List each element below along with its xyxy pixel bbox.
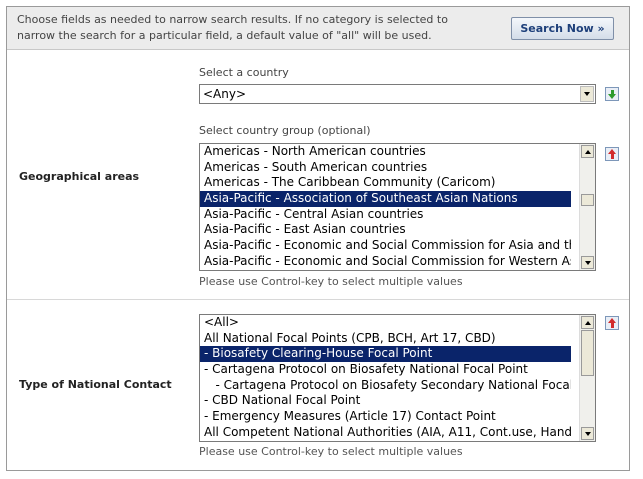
scroll-up-button[interactable] [581, 145, 594, 158]
list-option[interactable]: - Emergency Measures (Article 17) Contac… [200, 409, 571, 425]
vertical-scrollbar[interactable] [579, 144, 595, 270]
scroll-thumb[interactable] [581, 330, 594, 376]
list-option[interactable]: - Cartagena Protocol on Biosafety Nation… [200, 362, 571, 378]
list-option[interactable]: Americas - North American countries [200, 144, 571, 160]
national-contact-options: <All> All National Focal Points (CPB, BCH… [200, 315, 595, 441]
contact-multi-select-hint: Please use Control-key to select multipl… [199, 445, 463, 458]
select-country-group-label: Select country group (optional) [199, 124, 371, 137]
select-country-label: Select a country [199, 66, 289, 79]
list-option[interactable]: - Biosafety Clearing-House Focal Point [200, 346, 571, 363]
list-option[interactable]: Asia-Pacific - East Asian countries [200, 222, 571, 238]
dropdown-button[interactable] [580, 86, 594, 102]
country-group-options: Americas - North American countries Ameri… [200, 144, 595, 270]
list-option[interactable]: Asia-Pacific - Economic and Social Commi… [200, 238, 571, 254]
arrow-up-icon [585, 150, 591, 154]
list-option[interactable]: Americas - The Caribbean Community (Cari… [200, 175, 571, 191]
geo-multi-select-hint: Please use Control-key to select multipl… [199, 275, 463, 288]
list-option[interactable]: Asia-Pacific - Association of Southeast … [200, 191, 571, 207]
list-option[interactable]: <All> [200, 315, 571, 331]
list-option[interactable]: Asia-Pacific - Central Asian countries [200, 207, 571, 223]
country-group-listbox[interactable]: Americas - North American countries Ameri… [199, 143, 596, 271]
instructions-text: Choose fields as needed to narrow search… [17, 13, 448, 42]
arrow-down-icon [585, 432, 591, 436]
scroll-up-button[interactable] [581, 316, 594, 329]
upload-arrow-icon[interactable] [605, 147, 619, 161]
list-option[interactable]: Americas - South American countries [200, 160, 571, 176]
list-option[interactable]: Asia-Pacific - Economic and Social Commi… [200, 254, 571, 270]
upload-arrow-icon[interactable] [605, 316, 619, 330]
scroll-thumb[interactable] [581, 194, 594, 206]
form-header: Choose fields as needed to narrow search… [7, 7, 629, 50]
geographical-areas-label: Geographical areas [19, 170, 140, 183]
country-select-value: <Any> [203, 87, 247, 101]
search-form: Choose fields as needed to narrow search… [6, 6, 630, 471]
download-arrow-icon[interactable] [605, 87, 619, 101]
country-select[interactable]: <Any> [199, 84, 596, 104]
list-option[interactable]: - Cartagena Protocol on Biosafety Second… [200, 378, 571, 394]
type-of-national-contact-label: Type of National Contact [19, 378, 172, 391]
list-option[interactable]: All Competent National Authorities (AIA,… [200, 425, 571, 441]
arrow-down-icon [585, 261, 591, 265]
scroll-down-button[interactable] [581, 256, 594, 269]
arrow-up-icon [585, 321, 591, 325]
search-now-button[interactable]: Search Now » [511, 17, 614, 40]
national-contact-listbox[interactable]: <All> All National Focal Points (CPB, BCH… [199, 314, 596, 442]
list-option[interactable]: - CBD National Focal Point [200, 393, 571, 409]
vertical-scrollbar[interactable] [579, 315, 595, 441]
chevron-down-icon [584, 92, 590, 96]
list-option[interactable]: All National Focal Points (CPB, BCH, Art… [200, 331, 571, 347]
section-divider [7, 299, 629, 300]
scroll-down-button[interactable] [581, 427, 594, 440]
